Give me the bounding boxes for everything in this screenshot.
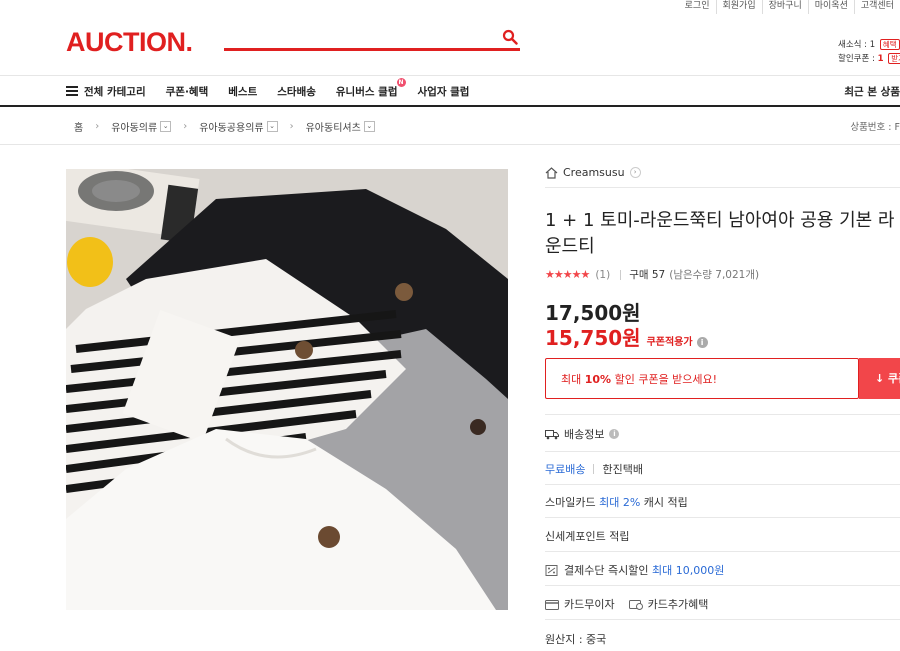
coupon-text-pre: 최대	[561, 373, 585, 386]
card-extra-benefits[interactable]: 카드추가혜택	[648, 596, 709, 612]
divider	[545, 414, 900, 415]
sale-price: 15,750원	[545, 326, 641, 350]
smilecard-post: 캐시 적립	[643, 496, 688, 509]
new-coupon-label: 새소식 :	[838, 40, 868, 50]
smilecard-label: 스마일카드	[545, 496, 596, 509]
purchase-count: 구매 57	[629, 269, 666, 281]
product-title: 1 + 1 토미-라운드쭉티 남아여아 공용 기본 라운드티	[545, 210, 895, 257]
breadcrumb-level-2[interactable]: 유아동공용의류	[199, 119, 263, 134]
util-my-auction[interactable]: 마이옥션	[807, 0, 854, 14]
divider	[545, 551, 900, 552]
info-icon[interactable]: i	[609, 429, 620, 439]
utility-links: 로그인 회원가입 장바구니 마이옥션 고객센터	[679, 0, 900, 14]
coupon-text-post: 할인 쿠폰을 받으세요!	[611, 373, 718, 386]
nav-business-club[interactable]: 사업자 클럽	[418, 84, 470, 99]
tshirts-photo	[66, 169, 508, 610]
new-coupon-tag[interactable]: 혜택	[879, 39, 900, 50]
country-of-origin: 원산지 : 중국	[545, 633, 607, 646]
smilecard-row: 스마일카드 최대 2% 캐시 적립	[545, 494, 688, 510]
nav-all-categories[interactable]: 전체 카테고리	[66, 84, 146, 99]
divider	[545, 517, 900, 518]
card-icon	[545, 599, 559, 610]
divider	[593, 464, 595, 474]
auction-logo[interactable]: AUCTION.	[66, 27, 193, 58]
util-signup[interactable]: 회원가입	[715, 0, 762, 14]
store-icon	[545, 166, 558, 179]
breadcrumb-home[interactable]: 홈	[74, 119, 83, 134]
search-icon[interactable]	[502, 29, 518, 45]
divider	[545, 585, 900, 586]
remaining-stock: (남은수량 7,021개)	[669, 269, 760, 281]
discount-icon	[545, 564, 558, 576]
menu-icon	[66, 85, 78, 96]
chevron-down-icon[interactable]: ⌄	[363, 121, 375, 132]
nav-all-categories-label: 전체 카테고리	[84, 85, 146, 98]
chevron-down-icon[interactable]: ⌄	[160, 121, 172, 132]
breadcrumb: 홈 › 유아동의류 ⌄ › 유아동공용의류 ⌄ › 유아동티셔츠 ⌄ 상품번호 …	[0, 107, 900, 145]
card-benefits-row: 카드무이자 카드추가혜택	[545, 596, 708, 612]
main-nav: 전체 카테고리 쿠폰·혜택 베스트 스타배송 유니버스 클럽 N 사업자 클럽 …	[0, 75, 900, 107]
util-customer-center[interactable]: 고객센터	[853, 0, 900, 14]
free-shipping: 무료배송	[545, 463, 586, 476]
nav-best[interactable]: 베스트	[228, 84, 257, 99]
review-count[interactable]: (1)	[595, 269, 610, 281]
discount-coupon-tag[interactable]: 받기	[888, 53, 900, 64]
new-coupon-count: 1	[869, 40, 876, 50]
discount-coupon-count: 1	[877, 54, 884, 64]
origin-row: 원산지 : 중국	[545, 631, 606, 647]
chevron-right-icon: ›	[183, 121, 188, 132]
nav-universe-club[interactable]: 유니버스 클럽 N	[335, 77, 406, 99]
search-input[interactable]	[224, 27, 494, 47]
nav-star-delivery[interactable]: 스타배송	[277, 84, 316, 99]
chevron-right-icon: ›	[629, 167, 641, 178]
recent-viewed[interactable]: 최근 본 상품	[844, 84, 900, 99]
sale-price-label: 쿠폰적용가	[646, 337, 693, 348]
search-bar	[224, 27, 520, 51]
smilecard-highlight: 최대 2%	[599, 496, 641, 509]
divider	[620, 269, 622, 280]
chevron-right-icon: ›	[289, 121, 294, 132]
sale-price-row: 15,750원 쿠폰적용가 i	[545, 322, 708, 351]
discount-coupon-label: 할인쿠폰 :	[838, 54, 875, 64]
card-no-interest[interactable]: 카드무이자	[564, 596, 615, 612]
seller-link[interactable]: Creamsusu ›	[545, 166, 641, 179]
star-rating: ★★★★★	[545, 268, 590, 281]
divider	[545, 484, 900, 485]
divider	[545, 619, 900, 620]
coupon-banner[interactable]: 최대 10% 할인 쿠폰을 받으세요!	[545, 358, 859, 399]
rating-row: ★★★★★ (1) 구매 57 (남은수량 7,021개)	[545, 267, 759, 282]
coupon-percent: 10%	[584, 373, 612, 386]
divider	[545, 451, 900, 452]
util-login[interactable]: 로그인	[679, 0, 716, 14]
info-icon[interactable]: i	[696, 337, 708, 348]
seller-name: Creamsusu	[563, 166, 625, 179]
courier-name: 한진택배	[602, 463, 643, 476]
payment-discount-label: 결제수단 즉시할인	[564, 564, 649, 577]
shipping-title: 배송정보	[564, 428, 605, 441]
card-plus-icon	[628, 599, 643, 610]
util-cart[interactable]: 장바구니	[761, 0, 808, 14]
nav-coupon-benefits[interactable]: 쿠폰·혜택	[166, 84, 209, 99]
chevron-right-icon: ›	[95, 121, 100, 132]
breadcrumb-level-1[interactable]: 유아동의류	[111, 119, 157, 134]
header-coupon-box: 새소식 : 1 혜택 할인쿠폰 : 1 받기	[838, 38, 900, 66]
chevron-down-icon[interactable]: ⌄	[266, 121, 278, 132]
product-number: 상품번호 : F	[850, 122, 900, 133]
shinsegae-points: 신세계포인트 적립	[545, 530, 630, 543]
breadcrumb-level-3[interactable]: 유아동티셔츠	[306, 119, 361, 134]
shipping-detail-row: 무료배송 한진택배	[545, 461, 643, 477]
divider	[545, 187, 900, 188]
product-image[interactable]	[66, 169, 508, 610]
shinsegae-row: 신세계포인트 적립	[545, 528, 629, 544]
truck-icon	[545, 429, 559, 439]
coupon-download-button[interactable]: ↓ 쿠폰	[859, 358, 900, 399]
shipping-title-row: 배송정보 i	[545, 426, 620, 442]
nav-universe-club-label: 유니버스 클럽	[335, 85, 398, 98]
new-badge: N	[396, 77, 406, 87]
payment-discount-highlight: 최대 10,000원	[651, 564, 725, 577]
payment-discount-row: 결제수단 즉시할인 최대 10,000원	[545, 562, 724, 578]
